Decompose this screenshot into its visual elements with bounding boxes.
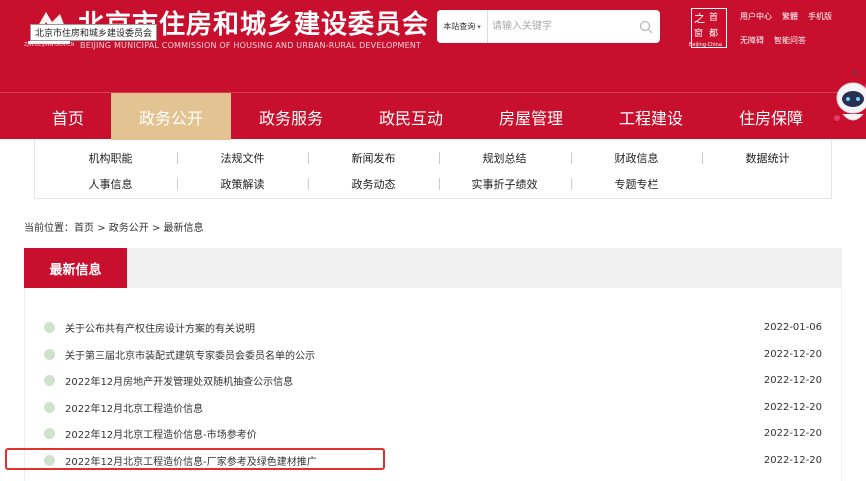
submenu-item-finance[interactable]: 财政信息 [571,148,702,168]
news-date: 2022-12-20 [763,401,822,413]
news-date: 2022-12-20 [763,454,822,466]
smart-qa-link[interactable]: 智能问答 [774,35,806,46]
news-date: 2022-12-20 [763,427,822,439]
accessibility-link[interactable]: 无障碍 [740,35,764,46]
submenu-item-gov-news[interactable]: 政务动态 [308,174,439,194]
seal-char: 之 [694,12,705,25]
seal-caption: Beijing·China [689,42,722,48]
site-url-caption: ZJW.BEIJING.GOV.CN [24,42,75,48]
seal-char: 都 [709,29,719,39]
submenu-item-press-release[interactable]: 新闻发布 [308,148,439,168]
news-title[interactable]: 关于第三届北京市装配式建筑专家委员会委员名单的公示 [65,347,764,362]
breadcrumb-government-affairs[interactable]: 政务公开 [109,223,149,234]
submenu-panel: 机构职能 法规文件 新闻发布 规划总结 财政信息 数据统计 人事信息 政策解读 … [34,139,832,199]
submenu-item-regulations[interactable]: 法规文件 [177,148,308,168]
search-scope-select[interactable]: 本站查询 ▾ [437,10,488,43]
news-date: 2022-01-06 [763,321,822,333]
mobile-version-link[interactable]: 手机版 [808,11,832,22]
site-subtitle: BEIJING MUNICIPAL COMMISSION OF HOUSING … [80,41,422,50]
nav-item-housing-management[interactable]: 房屋管理 [471,93,591,140]
nav-item-engineering-construction[interactable]: 工程建设 [591,93,711,140]
submenu-item-performance[interactable]: 实事折子绩效 [439,174,570,194]
bullet-dot-icon [44,427,55,439]
news-title[interactable]: 2022年12月北京工程造价信息-市场参考价 [65,426,764,441]
section-header-bar [24,248,842,288]
bullet-dot-icon [44,348,55,360]
news-title[interactable]: 2022年12月房地产开发管理处双随机抽查公示信息 [65,373,764,388]
seal-char: 窗 [694,29,704,39]
news-title[interactable]: 2022年12月北京工程造价信息 [65,400,764,415]
breadcrumb-separator: > [97,223,106,234]
nav-item-government-affairs[interactable]: 政务公开 [111,93,231,140]
search-scope-label: 本站查询 [443,22,476,31]
robot-assistant-icon[interactable]: × [831,68,866,134]
breadcrumb-home[interactable]: 首页 [74,223,94,234]
scope-caret-icon: ▾ [477,22,481,31]
seal-char: 首 [709,13,719,23]
submenu-item-statistics[interactable]: 数据统计 [702,148,833,168]
submenu-item-institution[interactable]: 机构职能 [45,148,176,168]
bullet-dot-icon [44,374,55,386]
news-title[interactable]: 关于公布共有产权住房设计方案的有关说明 [65,320,764,335]
utility-links: 用户中心 繁體 手机版 无障碍 智能问答 [740,11,840,46]
nav-item-home[interactable]: 首页 [8,93,128,140]
search-box: 本站查询 ▾ [437,10,660,43]
bullet-dot-icon [44,401,55,413]
news-list-item[interactable]: 关于第三届北京市装配式建筑专家委员会委员名单的公示 2022-12-20 [44,345,822,363]
submenu-item-personnel[interactable]: 人事信息 [45,174,176,194]
bullet-dot-icon [44,321,55,333]
news-list-item[interactable]: 关于公布共有产权住房设计方案的有关说明 2022-01-06 [44,318,822,336]
search-input[interactable] [488,10,632,43]
nav-item-government-services[interactable]: 政务服务 [231,93,351,140]
search-icon [639,20,653,33]
news-date: 2022-12-20 [763,374,822,386]
news-list-item[interactable]: 2022年12月北京工程造价信息-市场参考价 2022-12-20 [44,424,822,442]
news-list-item[interactable]: 2022年12月北京工程造价信息 2022-12-20 [44,398,822,416]
submenu-item-planning[interactable]: 规划总结 [439,148,570,168]
submenu-item-special-topics[interactable]: 专题专栏 [571,174,702,194]
page: 北京市住房和城乡建设委员会 北京市住房和城乡建设委员会 ZJW.BEIJING.… [0,0,866,481]
main-nav: 首页 政务公开 政务服务 政民互动 房屋管理 工程建设 住房保障 [0,92,866,140]
logo-tooltip: 北京市住房和城乡建设委员会 [30,24,158,41]
search-button[interactable] [632,10,660,43]
target-highlight-box [5,448,385,470]
news-date: 2022-12-20 [763,348,822,360]
submenu-item-policy-interpretation[interactable]: 政策解读 [177,174,308,194]
breadcrumb-prefix: 当前位置： [24,223,74,234]
breadcrumb-latest-info[interactable]: 最新信息 [164,223,204,234]
breadcrumb: 当前位置：首页 > 政务公开 > 最新信息 [24,219,204,234]
nav-item-housing-security[interactable]: 住房保障 [711,93,831,140]
svg-text:×: × [851,69,859,79]
nav-item-public-interaction[interactable]: 政民互动 [351,93,471,140]
section-title-tab[interactable]: 最新信息 [24,248,127,288]
breadcrumb-separator: > [151,223,161,234]
site-header: 北京市住房和城乡建设委员会 北京市住房和城乡建设委员会 ZJW.BEIJING.… [0,0,866,92]
user-center-link[interactable]: 用户中心 [740,11,772,22]
traditional-chinese-link[interactable]: 繁體 [782,11,798,22]
news-list-item[interactable]: 2022年12月房地产开发管理处双随机抽查公示信息 2022-12-20 [44,371,822,389]
